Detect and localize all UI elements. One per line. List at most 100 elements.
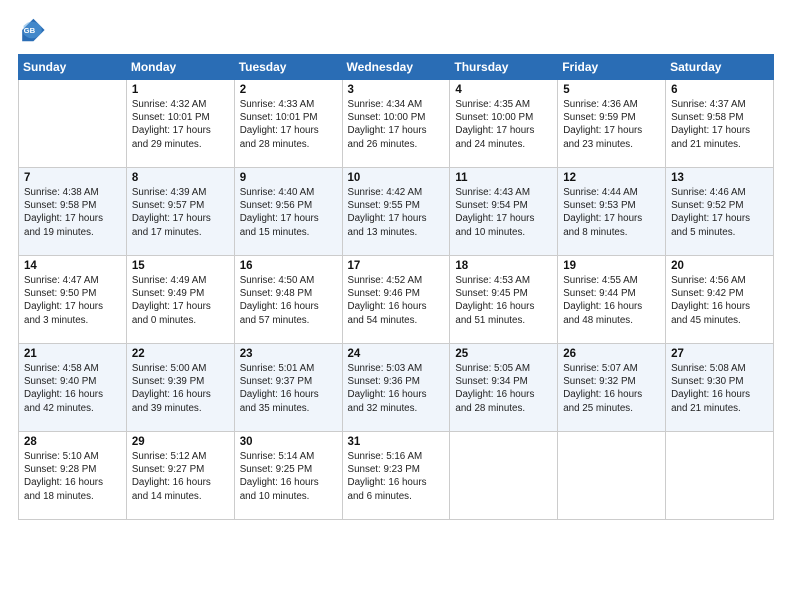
day-number: 29	[132, 436, 229, 448]
day-info: Sunrise: 5:14 AM Sunset: 9:25 PM Dayligh…	[240, 450, 337, 503]
day-number: 27	[671, 348, 768, 360]
calendar-cell: 14 Sunrise: 4:47 AM Sunset: 9:50 PM Dayli…	[19, 256, 127, 344]
day-info: Sunrise: 4:44 AM Sunset: 9:53 PM Dayligh…	[563, 186, 660, 239]
day-number: 17	[348, 260, 445, 272]
day-info: Sunrise: 4:32 AM Sunset: 10:01 PM Daylig…	[132, 98, 229, 151]
day-info: Sunrise: 5:00 AM Sunset: 9:39 PM Dayligh…	[132, 362, 229, 415]
day-number: 1	[132, 84, 229, 96]
logo: GB	[18, 16, 50, 44]
calendar-cell: 15Sunrise: 4:49 AM Sunset: 9:49 PM Dayli…	[126, 256, 234, 344]
calendar-cell: 17 Sunrise: 4:52 AM Sunset: 9:46 PM Dayli…	[342, 256, 450, 344]
day-info: Sunrise: 4:42 AM Sunset: 9:55 PM Dayligh…	[348, 186, 445, 239]
day-info: Sunrise: 4:58 AM Sunset: 9:40 PM Dayligh…	[24, 362, 121, 415]
day-number: 16	[240, 260, 337, 272]
day-info: Sunrise: 4:52 AM Sunset: 9:46 PM Dayligh…	[348, 274, 445, 327]
calendar-cell: 20 Sunrise: 4:56 AM Sunset: 9:42 PM Dayli…	[666, 256, 774, 344]
svg-text:GB: GB	[24, 26, 36, 35]
day-number: 19	[563, 260, 660, 272]
day-number: 10	[348, 172, 445, 184]
calendar-cell: 5 Sunrise: 4:36 AM Sunset: 9:59 PM Daylig…	[558, 80, 666, 168]
calendar-cell	[19, 80, 127, 168]
page: GB SundayMondayTuesdayWednesdayThursdayF…	[0, 0, 792, 612]
day-info: Sunrise: 4:56 AM Sunset: 9:42 PM Dayligh…	[671, 274, 768, 327]
calendar-week-row: 7 Sunrise: 4:38 AM Sunset: 9:58 PM Daylig…	[19, 168, 774, 256]
calendar: SundayMondayTuesdayWednesdayThursdayFrid…	[18, 54, 774, 520]
day-number: 2	[240, 84, 337, 96]
calendar-cell: 25 Sunrise: 5:05 AM Sunset: 9:34 PM Dayli…	[450, 344, 558, 432]
calendar-cell: 12 Sunrise: 4:44 AM Sunset: 9:53 PM Dayli…	[558, 168, 666, 256]
calendar-day-header: Saturday	[666, 55, 774, 80]
day-number: 5	[563, 84, 660, 96]
day-number: 23	[240, 348, 337, 360]
day-number: 22	[132, 348, 229, 360]
day-number: 24	[348, 348, 445, 360]
day-info: Sunrise: 5:08 AM Sunset: 9:30 PM Dayligh…	[671, 362, 768, 415]
calendar-cell: 13 Sunrise: 4:46 AM Sunset: 9:52 PM Dayli…	[666, 168, 774, 256]
day-info: Sunrise: 4:47 AM Sunset: 9:50 PM Dayligh…	[24, 274, 121, 327]
calendar-cell: 24 Sunrise: 5:03 AM Sunset: 9:36 PM Dayli…	[342, 344, 450, 432]
day-info: Sunrise: 4:39 AM Sunset: 9:57 PM Dayligh…	[132, 186, 229, 239]
calendar-cell: 1 Sunrise: 4:32 AM Sunset: 10:01 PM Dayli…	[126, 80, 234, 168]
day-info: Sunrise: 4:50 AM Sunset: 9:48 PM Dayligh…	[240, 274, 337, 327]
day-number: 6	[671, 84, 768, 96]
calendar-cell: 23 Sunrise: 5:01 AM Sunset: 9:37 PM Dayli…	[234, 344, 342, 432]
day-info: Sunrise: 4:55 AM Sunset: 9:44 PM Dayligh…	[563, 274, 660, 327]
calendar-cell	[558, 432, 666, 520]
day-number: 14	[24, 260, 121, 272]
day-info: Sunrise: 4:46 AM Sunset: 9:52 PM Dayligh…	[671, 186, 768, 239]
day-info: Sunrise: 5:01 AM Sunset: 9:37 PM Dayligh…	[240, 362, 337, 415]
day-number: 9	[240, 172, 337, 184]
calendar-cell: 6 Sunrise: 4:37 AM Sunset: 9:58 PM Daylig…	[666, 80, 774, 168]
calendar-cell: 4Sunrise: 4:35 AM Sunset: 10:00 PM Dayli…	[450, 80, 558, 168]
calendar-cell: 10 Sunrise: 4:42 AM Sunset: 9:55 PM Dayli…	[342, 168, 450, 256]
calendar-cell: 29 Sunrise: 5:12 AM Sunset: 9:27 PM Dayli…	[126, 432, 234, 520]
day-info: Sunrise: 5:16 AM Sunset: 9:23 PM Dayligh…	[348, 450, 445, 503]
day-number: 31	[348, 436, 445, 448]
calendar-cell: 11 Sunrise: 4:43 AM Sunset: 9:54 PM Dayli…	[450, 168, 558, 256]
calendar-cell: 2 Sunrise: 4:33 AM Sunset: 10:01 PM Dayli…	[234, 80, 342, 168]
day-info: Sunrise: 5:10 AM Sunset: 9:28 PM Dayligh…	[24, 450, 121, 503]
calendar-day-header: Wednesday	[342, 55, 450, 80]
calendar-day-header: Sunday	[19, 55, 127, 80]
calendar-cell: 18Sunrise: 4:53 AM Sunset: 9:45 PM Dayli…	[450, 256, 558, 344]
calendar-cell	[450, 432, 558, 520]
day-number: 21	[24, 348, 121, 360]
day-info: Sunrise: 4:43 AM Sunset: 9:54 PM Dayligh…	[455, 186, 552, 239]
day-info: Sunrise: 5:03 AM Sunset: 9:36 PM Dayligh…	[348, 362, 445, 415]
day-number: 28	[24, 436, 121, 448]
calendar-cell: 30 Sunrise: 5:14 AM Sunset: 9:25 PM Dayli…	[234, 432, 342, 520]
calendar-cell: 19 Sunrise: 4:55 AM Sunset: 9:44 PM Dayli…	[558, 256, 666, 344]
day-info: Sunrise: 4:33 AM Sunset: 10:01 PM Daylig…	[240, 98, 337, 151]
day-number: 3	[348, 84, 445, 96]
calendar-week-row: 1 Sunrise: 4:32 AM Sunset: 10:01 PM Dayli…	[19, 80, 774, 168]
day-number: 25	[455, 348, 552, 360]
day-info: Sunrise: 5:05 AM Sunset: 9:34 PM Dayligh…	[455, 362, 552, 415]
day-number: 26	[563, 348, 660, 360]
day-number: 20	[671, 260, 768, 272]
calendar-cell: 9 Sunrise: 4:40 AM Sunset: 9:56 PM Daylig…	[234, 168, 342, 256]
day-number: 15	[132, 260, 229, 272]
calendar-cell: 7 Sunrise: 4:38 AM Sunset: 9:58 PM Daylig…	[19, 168, 127, 256]
calendar-cell: 28 Sunrise: 5:10 AM Sunset: 9:28 PM Dayli…	[19, 432, 127, 520]
day-number: 30	[240, 436, 337, 448]
day-info: Sunrise: 5:12 AM Sunset: 9:27 PM Dayligh…	[132, 450, 229, 503]
day-number: 4	[455, 84, 552, 96]
day-number: 18	[455, 260, 552, 272]
calendar-cell: 31 Sunrise: 5:16 AM Sunset: 9:23 PM Dayli…	[342, 432, 450, 520]
day-number: 12	[563, 172, 660, 184]
calendar-cell	[666, 432, 774, 520]
day-info: Sunrise: 4:34 AM Sunset: 10:00 PM Daylig…	[348, 98, 445, 151]
day-number: 13	[671, 172, 768, 184]
header: GB	[18, 16, 774, 44]
day-info: Sunrise: 4:40 AM Sunset: 9:56 PM Dayligh…	[240, 186, 337, 239]
day-number: 7	[24, 172, 121, 184]
calendar-cell: 26 Sunrise: 5:07 AM Sunset: 9:32 PM Dayli…	[558, 344, 666, 432]
calendar-header-row: SundayMondayTuesdayWednesdayThursdayFrid…	[19, 55, 774, 80]
day-number: 11	[455, 172, 552, 184]
calendar-cell: 3 Sunrise: 4:34 AM Sunset: 10:00 PM Dayli…	[342, 80, 450, 168]
day-info: Sunrise: 4:37 AM Sunset: 9:58 PM Dayligh…	[671, 98, 768, 151]
day-info: Sunrise: 4:38 AM Sunset: 9:58 PM Dayligh…	[24, 186, 121, 239]
day-info: Sunrise: 5:07 AM Sunset: 9:32 PM Dayligh…	[563, 362, 660, 415]
logo-icon: GB	[18, 16, 46, 44]
day-info: Sunrise: 4:36 AM Sunset: 9:59 PM Dayligh…	[563, 98, 660, 151]
